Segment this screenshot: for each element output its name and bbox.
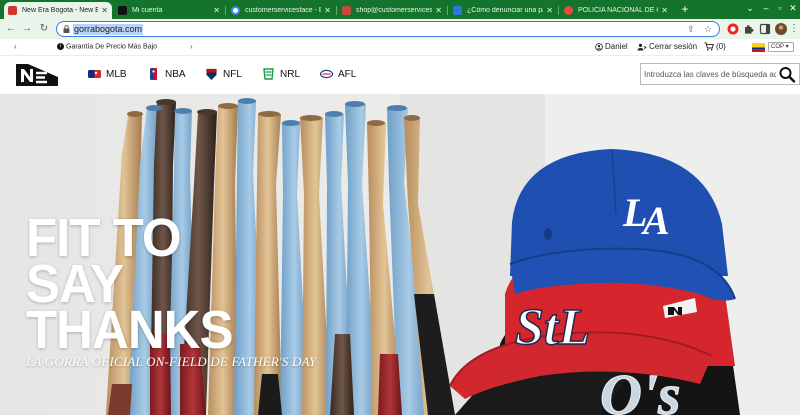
extensions-puzzle-icon[interactable] — [742, 22, 756, 36]
currency-select[interactable]: COP ▾ — [768, 42, 794, 52]
police-favicon-icon — [564, 6, 573, 15]
new-era-favicon-icon — [118, 6, 127, 15]
hero-subtitle: LA GORRA OFICIAL ON-FIELD DE FATHER'S DA… — [26, 354, 317, 369]
afl-icon — [320, 69, 333, 79]
logout-link[interactable]: Cerrar sesión — [637, 42, 697, 51]
share-icon[interactable]: ⇪ — [687, 24, 695, 35]
more-menu-icon[interactable]: ⋮ — [789, 22, 799, 36]
maximize-icon[interactable]: ▫ — [774, 3, 786, 13]
forward-arrow-icon[interactable]: → — [20, 22, 34, 36]
site-favicon-icon — [453, 6, 462, 15]
new-era-logo[interactable] — [14, 60, 60, 90]
new-tab-button[interactable]: + — [678, 2, 692, 17]
svg-text:StL: StL — [515, 299, 590, 356]
nrl-icon — [263, 68, 274, 80]
bookmark-star-icon[interactable]: ☆ — [704, 24, 712, 35]
nfl-icon — [206, 68, 217, 80]
nav-league-nba[interactable]: NBA — [147, 68, 186, 80]
colombia-flag-icon — [752, 43, 765, 52]
tab-new-era-bogota[interactable]: New Era Bogota - New Era ✕ — [4, 2, 112, 19]
close-window-icon[interactable]: ✕ — [787, 3, 799, 14]
search-input[interactable] — [644, 67, 776, 81]
search-icon[interactable] — [778, 66, 796, 83]
reload-icon[interactable]: ↻ — [37, 22, 51, 36]
tab-policia-nacional[interactable]: POLICÍA NACIONAL DE CO ✕ — [560, 2, 672, 19]
hero-headline-line-3: THANKS — [26, 299, 233, 360]
profile-avatar-icon[interactable] — [774, 22, 788, 36]
promo-prev-arrow-icon[interactable]: ‹ — [14, 42, 17, 51]
browser-toolbar: ← → ↻ gorrabogota.com ⇪ ☆ ⋮ — [0, 19, 800, 39]
google-favicon-icon — [231, 6, 240, 15]
close-tab-icon[interactable]: ✕ — [213, 6, 220, 15]
nav-league-nfl[interactable]: NFL — [205, 68, 242, 80]
browser-tab-bar: New Era Bogota - New Era ✕ Mi cuenta ✕ c… — [0, 0, 800, 19]
close-tab-icon[interactable]: ✕ — [546, 6, 553, 15]
site-top-bar: ‹ i Garantía De Precio Más Bajo › Daniel … — [0, 39, 800, 56]
lock-icon[interactable] — [63, 25, 70, 33]
close-tab-icon[interactable]: ✕ — [101, 6, 108, 15]
url-text[interactable]: gorrabogota.com — [73, 24, 144, 35]
chevron-down-icon[interactable]: ⌄ — [744, 3, 756, 14]
close-tab-icon[interactable]: ✕ — [324, 6, 331, 15]
tab-mi-cuenta[interactable]: Mi cuenta ✕ — [114, 2, 224, 19]
logout-user-icon — [637, 43, 647, 50]
tab-como-denunciar[interactable]: ¿Cómo denunciar una pá ✕ — [449, 2, 557, 19]
tab-shop-email[interactable]: shop@customerservicesfa ✕ — [338, 2, 446, 19]
nav-league-mlb[interactable]: MLB — [88, 68, 127, 80]
info-icon: i — [57, 43, 64, 50]
cart-icon — [704, 42, 714, 51]
nav-league-nrl[interactable]: NRL — [262, 68, 300, 80]
opera-extension-icon[interactable] — [726, 22, 740, 36]
account-link[interactable]: Daniel — [595, 42, 628, 51]
side-panel-icon[interactable] — [758, 22, 772, 36]
user-icon — [595, 42, 603, 51]
promo-next-arrow-icon[interactable]: › — [190, 42, 193, 51]
mlb-icon — [88, 70, 101, 78]
address-bar[interactable]: gorrabogota.com ⇪ ☆ — [56, 21, 720, 37]
search-box — [640, 63, 800, 85]
tab-customerservicesface[interactable]: customerservicesface - Bus ✕ — [227, 2, 335, 19]
minimize-icon[interactable]: – — [760, 3, 772, 13]
back-arrow-icon[interactable]: ← — [4, 22, 18, 36]
cart-link[interactable]: (0) — [704, 42, 726, 51]
close-tab-icon[interactable]: ✕ — [435, 6, 442, 15]
promo-message: i Garantía De Precio Más Bajo — [57, 43, 157, 50]
new-era-favicon-icon — [8, 6, 17, 15]
close-tab-icon[interactable]: ✕ — [661, 6, 668, 15]
nba-icon — [150, 68, 157, 80]
hero-banner[interactable]: O's StL L A FIT TO SAY THANKS LA GORRA O… — [0, 94, 800, 415]
site-header: MLB NBA NFL NRL AFL — [0, 56, 800, 94]
svg-text:A: A — [640, 198, 670, 243]
nav-league-afl[interactable]: AFL — [320, 68, 356, 80]
mail-favicon-icon — [342, 6, 351, 15]
